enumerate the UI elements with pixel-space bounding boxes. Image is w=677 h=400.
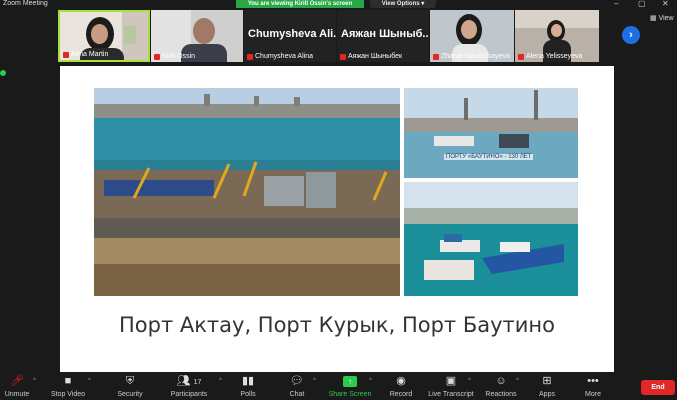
close-icon[interactable]: ✕ <box>662 0 669 8</box>
participant-display-name: Chumysheva Ali... <box>248 28 336 40</box>
more-button[interactable]: ••• More <box>563 375 623 398</box>
participants-icon: 👥︎ 17 <box>176 375 202 387</box>
chat-button[interactable]: 💬︎ Chat <box>267 375 327 398</box>
audio-options-caret-icon[interactable]: ^ <box>33 378 36 384</box>
muted-mic-icon <box>518 53 524 60</box>
participant-tile-kirill[interactable]: Kirill Ossin <box>151 10 243 62</box>
chat-bubble-icon: 💬︎ <box>290 375 304 387</box>
participant-name: Alma Martin <box>63 51 108 58</box>
participant-name: Zhanar Nauryzbayeva <box>433 53 510 60</box>
participant-name: Аяжан Шыныбек <box>340 53 402 60</box>
more-dots-icon: ••• <box>587 375 599 387</box>
security-shield-icon <box>0 70 6 76</box>
avatar-face <box>461 20 477 39</box>
port-kuryk-image <box>404 182 578 296</box>
participant-display-name: Аяжан Шыныб... <box>341 28 429 40</box>
shared-screen-slide: ПОРТУ «БАУТИНО» - 130 ЛЕТ Порт Актау, По… <box>60 66 614 372</box>
muted-mic-icon <box>63 51 69 58</box>
view-options-button[interactable]: View Options ▾ <box>370 0 436 8</box>
minimize-icon[interactable]: – <box>614 0 618 8</box>
window-title: Zoom Meeting <box>3 0 48 7</box>
participant-tile-alena[interactable]: Alena Yelisseyeva <box>515 10 599 62</box>
muted-mic-icon <box>433 53 439 60</box>
avatar-face <box>91 24 108 44</box>
muted-mic-icon <box>154 53 160 60</box>
maximize-icon[interactable]: ▢ <box>638 0 646 8</box>
participant-tile-ayazhan[interactable]: Аяжан Шыныб... Аяжан Шыныбек <box>337 10 429 62</box>
participant-name: Chumysheva Alina <box>247 53 313 60</box>
participant-name: Kirill Ossin <box>154 53 195 60</box>
bautino-subcaption: ПОРТУ «БАУТИНО» - 130 ЛЕТ <box>444 154 534 160</box>
participant-tile-zhanar[interactable]: Zhanar Nauryzbayeva <box>430 10 514 62</box>
security-button[interactable]: ⛨ Security <box>100 375 160 398</box>
photo-port-bautino: ПОРТУ «БАУТИНО» - 130 ЛЕТ <box>404 88 578 178</box>
chat-options-caret-icon[interactable]: ^ <box>313 378 316 384</box>
participants-button[interactable]: 👥︎ 17 Participants <box>159 375 219 398</box>
next-page-arrow-icon[interactable]: › <box>622 26 640 44</box>
photo-port-aktau <box>94 88 400 296</box>
participant-strip: Alma Martin Kirill Ossin Chumysheva Ali.… <box>58 10 599 62</box>
port-aktau-image <box>94 88 400 296</box>
participant-tile-alma[interactable]: Alma Martin <box>58 10 150 62</box>
background-plant <box>124 26 136 44</box>
end-meeting-button[interactable]: End <box>641 380 675 395</box>
photo-port-kuryk <box>404 182 578 296</box>
participant-tile-chumysheva[interactable]: Chumysheva Ali... Chumysheva Alina <box>244 10 336 62</box>
viewing-share-banner: You are viewing Kirill Ossin's screen <box>236 0 364 8</box>
meeting-toolbar: 🎤︎ Unmute ^ ■ Stop Video ^ ⛨ Security 👥︎ 17… <box>0 372 677 400</box>
avatar-face <box>193 18 215 44</box>
avatar-face <box>551 24 562 37</box>
view-button[interactable]: ▦ View <box>650 14 674 22</box>
video-options-caret-icon[interactable]: ^ <box>88 378 91 384</box>
port-bautino-image <box>404 88 578 178</box>
muted-mic-icon <box>340 53 346 60</box>
slide-caption: Порт Актау, Порт Курык, Порт Баутино <box>118 313 555 337</box>
muted-mic-icon <box>247 53 253 60</box>
shield-icon: ⛨ <box>125 375 135 387</box>
participant-name: Alena Yelisseyeva <box>518 53 582 60</box>
